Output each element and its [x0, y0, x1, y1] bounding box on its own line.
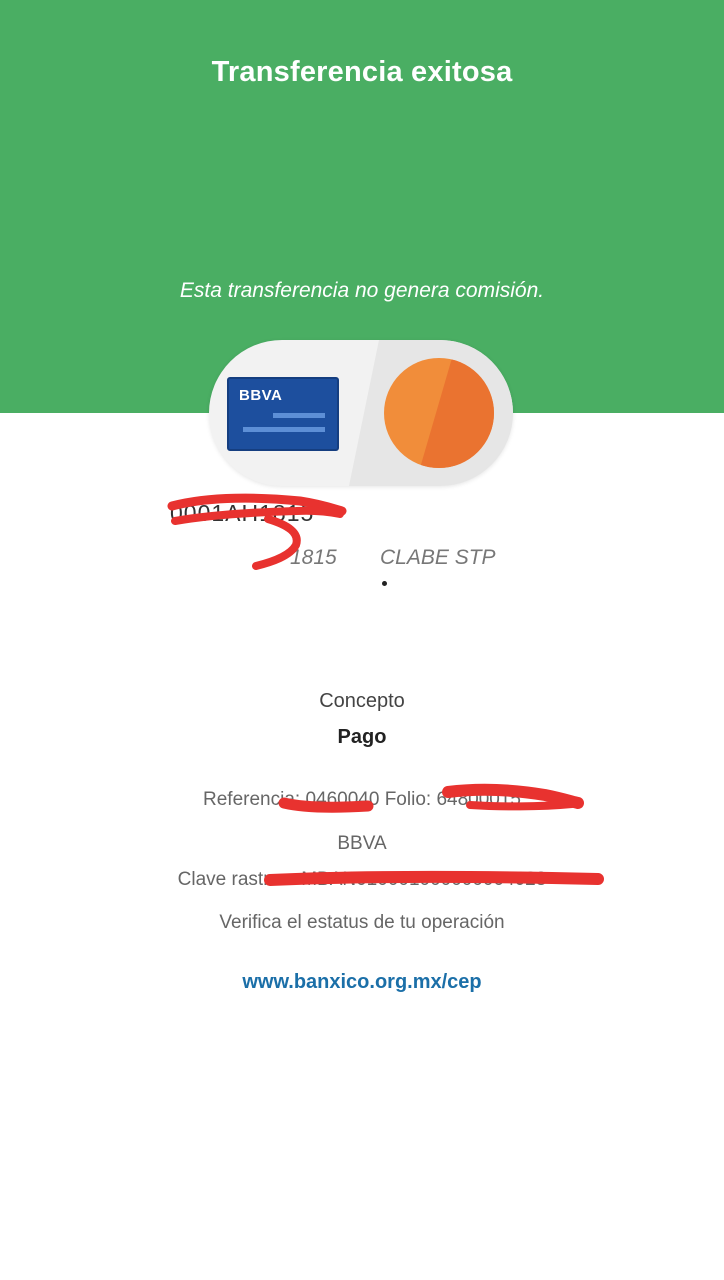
- destination-account-number: 0001AH1815: [170, 500, 315, 526]
- commission-note: Esta transferencia no genera comisión.: [179, 279, 545, 302]
- concept-label: Concepto: [319, 690, 405, 712]
- reference-folio-line: Referencia: 0460040 Folio: 64800015: [203, 789, 521, 810]
- banxico-cep-link[interactable]: www.banxico.org.mx/cep: [0, 971, 724, 994]
- verify-status-text: Verifica el estatus de tu operación: [219, 912, 505, 933]
- origin-bank-name: BBVA: [337, 833, 387, 854]
- transfer-accounts-pill: BBVA: [209, 340, 513, 486]
- destination-account-short: 1815: [290, 546, 337, 569]
- orange-circle-icon: [384, 358, 494, 468]
- bank-card-icon: BBVA: [227, 377, 339, 451]
- transfer-success-screen: Transferencia exitosa Esta transferencia…: [0, 0, 724, 1280]
- orange-circle-shade: [420, 358, 494, 468]
- page-title: Transferencia exitosa: [211, 56, 513, 88]
- card-stripe: [243, 427, 325, 432]
- concept-value: Pago: [337, 726, 387, 748]
- bank-card-label: BBVA: [239, 387, 283, 404]
- card-stripe: [273, 413, 325, 418]
- destination-account-type: CLABE STP: [380, 546, 496, 569]
- page-indicator-dot: [382, 581, 387, 586]
- tracking-key-line: Clave rastreo: MBAN010001000000004028: [177, 869, 547, 890]
